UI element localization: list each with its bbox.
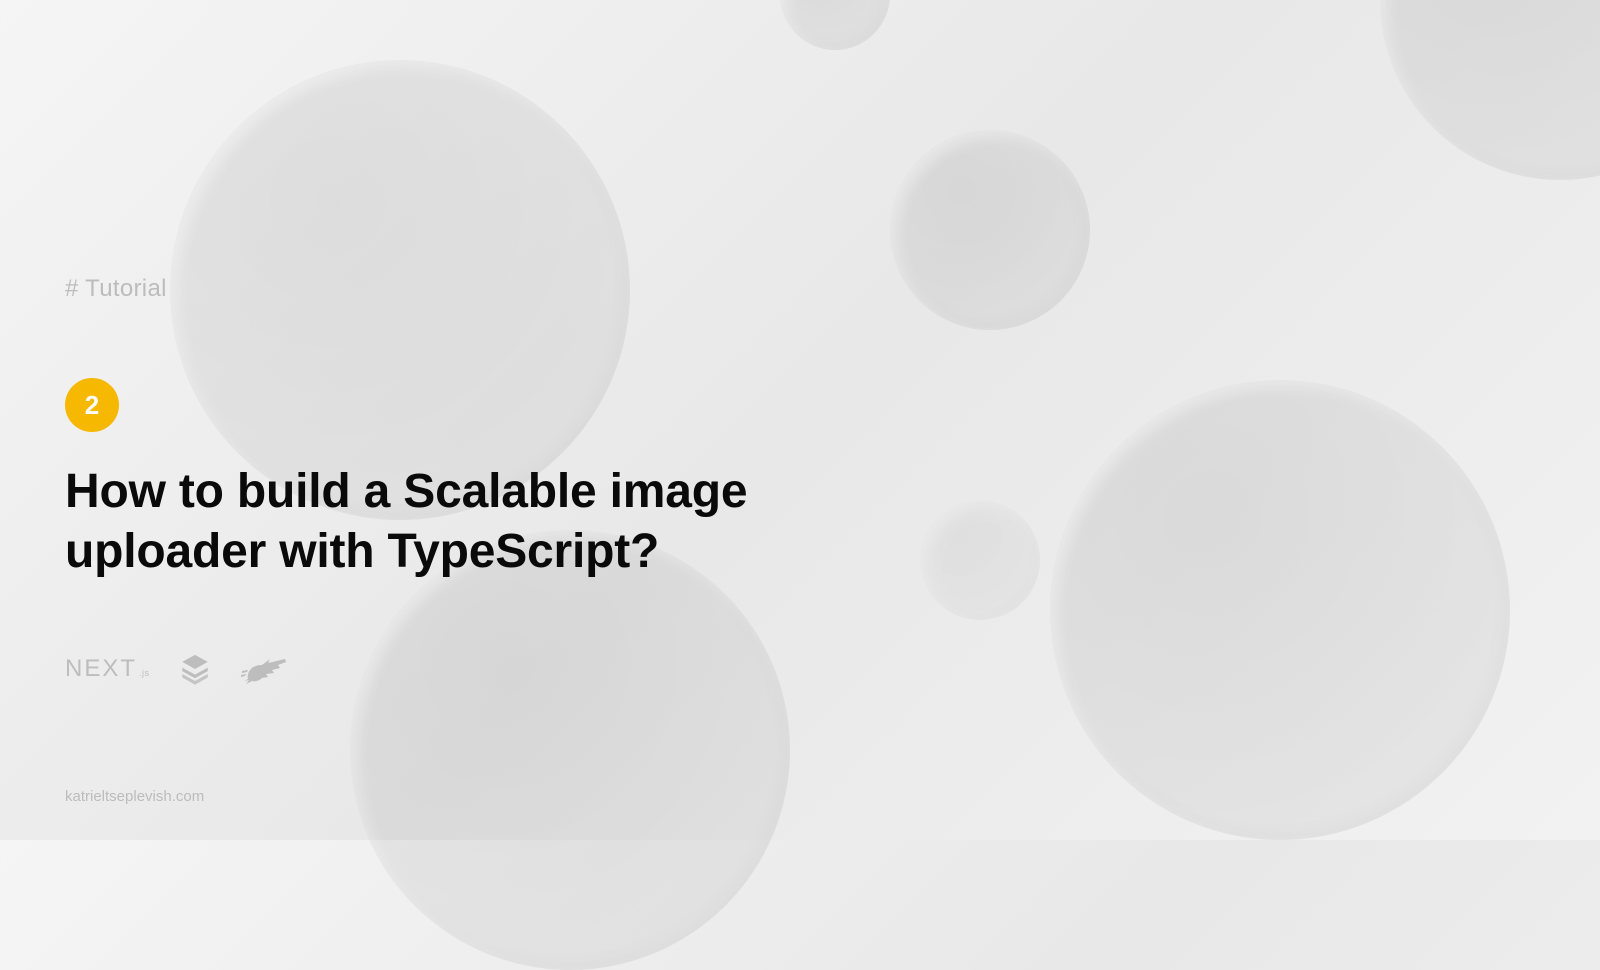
category-tag: # Tutorial [65, 275, 1535, 303]
tech-stack-row: NEXT.js [65, 652, 1535, 686]
stack-icon [178, 652, 212, 686]
fastify-icon [240, 653, 288, 685]
nextjs-logo: NEXT.js [65, 655, 150, 683]
part-number-badge: 2 [65, 378, 119, 432]
nextjs-logo-suffix: .js [139, 668, 150, 678]
nextjs-logo-text: NEXT [65, 655, 137, 683]
page-title: How to build a Scalable image uploader w… [65, 462, 805, 582]
content-area: # Tutorial 2 How to build a Scalable ima… [0, 0, 1600, 840]
part-number: 2 [85, 390, 99, 421]
